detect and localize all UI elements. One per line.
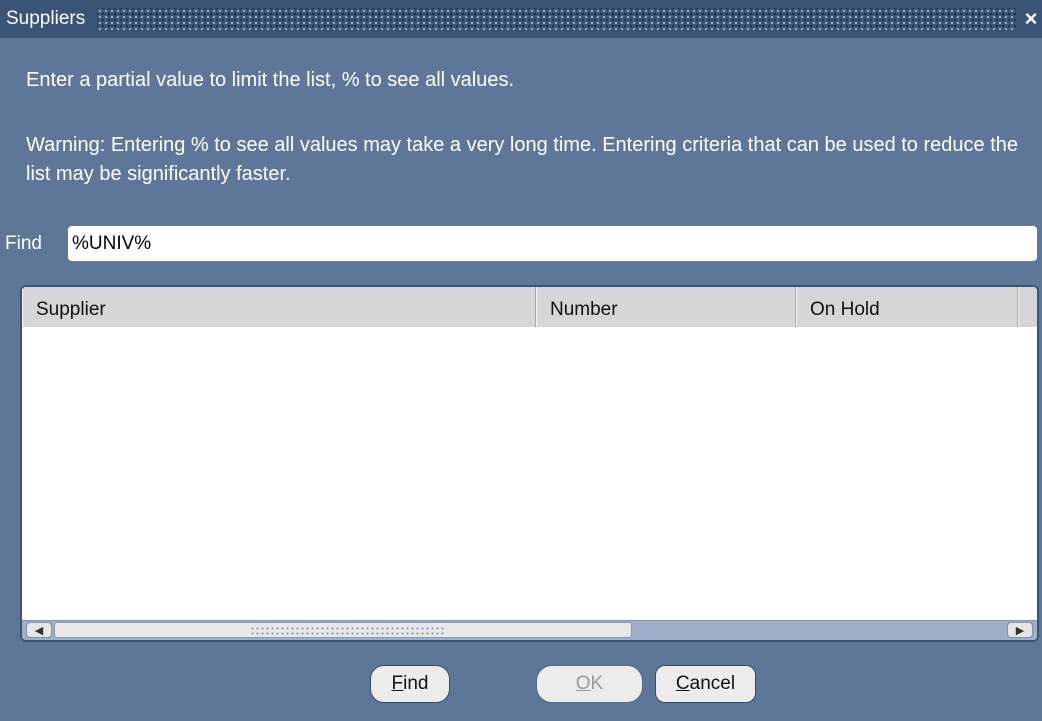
warning-message: Warning: Entering % to see all values ma… <box>26 134 1019 185</box>
cancel-button-mnemonic: C <box>675 673 690 694</box>
cancel-button[interactable]: Cancel <box>655 665 756 703</box>
scroll-left-button[interactable]: ◀ <box>26 622 52 638</box>
window-title: Suppliers <box>6 8 86 29</box>
ok-button-mnemonic: O <box>575 673 591 694</box>
column-header-on-hold[interactable]: On Hold <box>796 287 1018 327</box>
column-header-number[interactable]: Number <box>536 287 796 327</box>
cancel-button-label: ancel <box>689 673 736 694</box>
title-bar[interactable]: Suppliers × <box>0 0 1042 38</box>
scroll-thumb[interactable] <box>54 622 632 638</box>
results-grid: Supplier Number On Hold ◀ ▶ <box>20 285 1039 642</box>
ok-button[interactable]: OK <box>536 665 643 703</box>
hint-message: Enter a partial value to limit the list,… <box>26 69 515 91</box>
scroll-thumb-grip <box>250 626 446 635</box>
find-label: Find <box>5 233 42 254</box>
close-icon[interactable]: × <box>1022 6 1040 32</box>
column-header-overflow[interactable] <box>1018 287 1037 327</box>
arrow-left-icon: ◀ <box>34 624 44 637</box>
find-button-label: ind <box>403 673 429 694</box>
grid-header: Supplier Number On Hold <box>22 287 1037 328</box>
find-button-mnemonic: F <box>391 673 404 694</box>
title-bar-grip[interactable] <box>97 8 1016 30</box>
find-input[interactable] <box>67 225 1038 262</box>
column-header-supplier[interactable]: Supplier <box>22 287 536 327</box>
horizontal-scrollbar[interactable]: ◀ ▶ <box>22 620 1037 640</box>
grid-body[interactable] <box>22 327 1037 607</box>
find-button[interactable]: Find <box>370 665 450 703</box>
ok-button-label: K <box>590 673 604 694</box>
arrow-right-icon: ▶ <box>1015 624 1025 637</box>
scroll-right-button[interactable]: ▶ <box>1007 622 1033 638</box>
